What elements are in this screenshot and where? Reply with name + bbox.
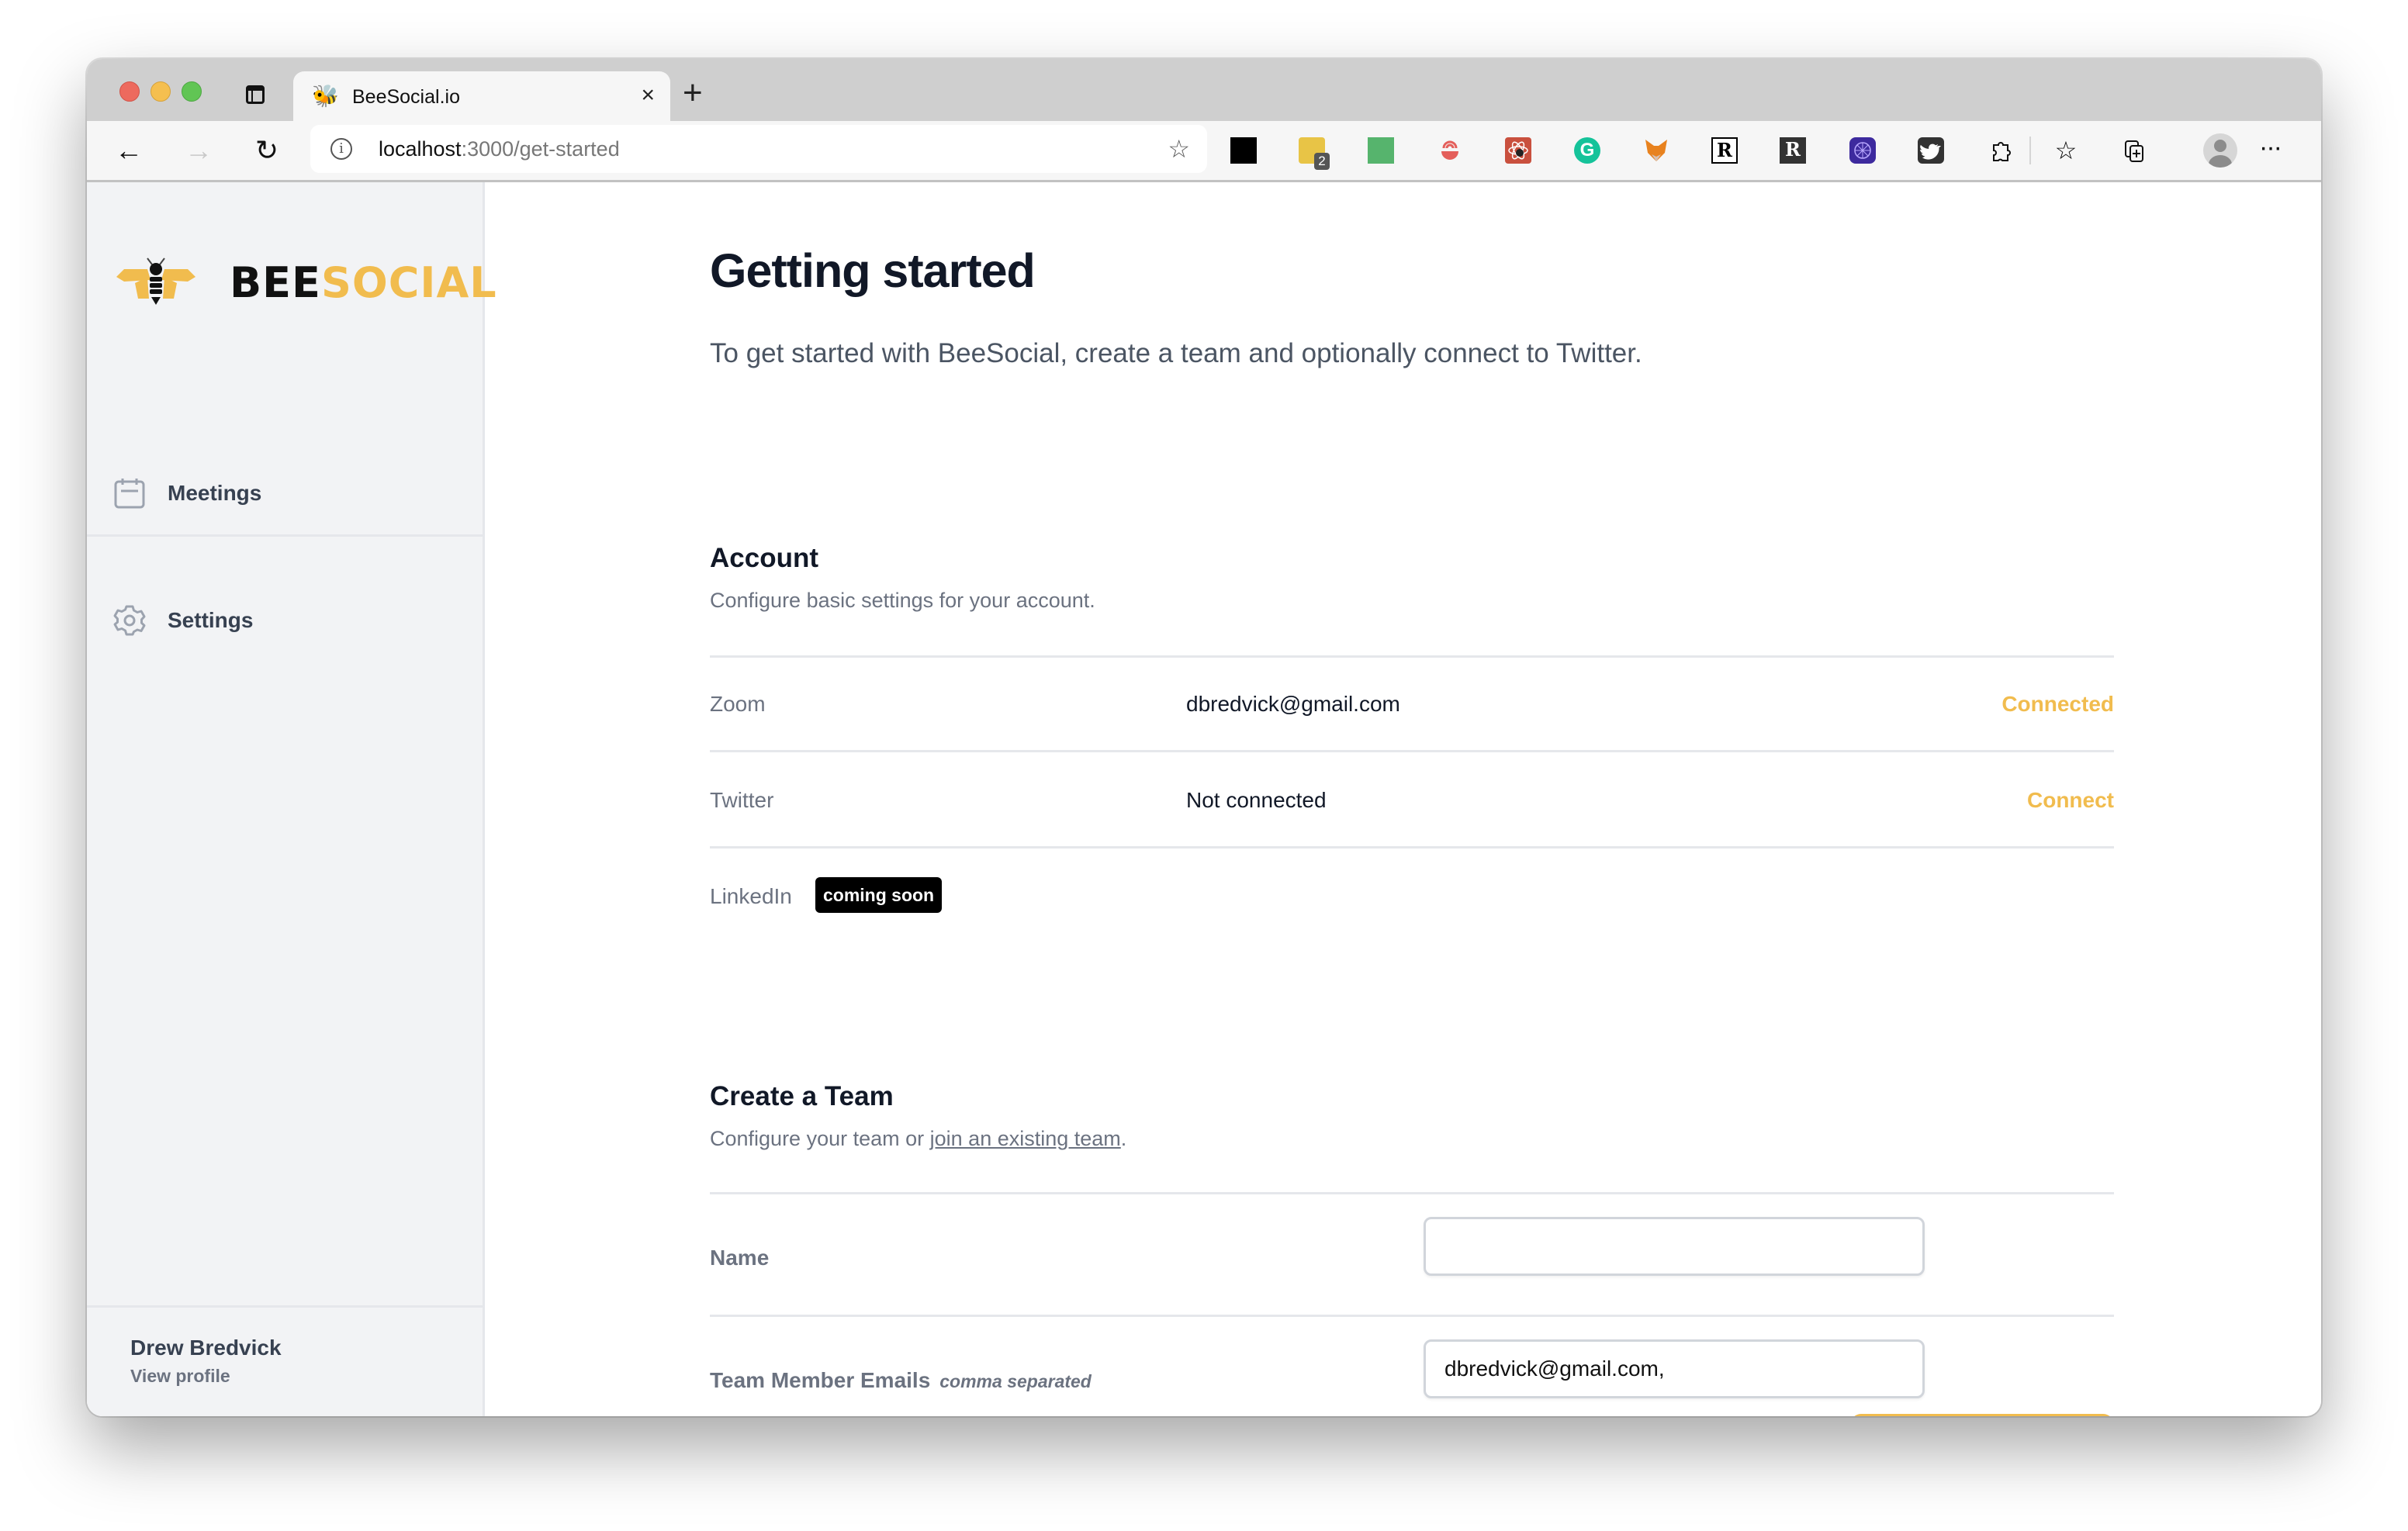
maximize-window-button[interactable]: [182, 81, 202, 102]
start-trial-button[interactable]: Start 14-day free trial: [1850, 1414, 2114, 1416]
view-profile-link[interactable]: View profile: [130, 1365, 230, 1387]
add-favorite-icon[interactable]: ☆: [1168, 136, 1190, 162]
reload-button[interactable]: ↻: [248, 132, 285, 169]
row-value: Not connected: [1186, 788, 1327, 812]
metamask-fox-icon[interactable]: [1643, 137, 1669, 164]
coffee-cup-icon[interactable]: [1437, 137, 1463, 164]
page-subtitle: To get started with BeeSocial, create a …: [710, 338, 1642, 368]
team-name-input[interactable]: [1424, 1217, 1925, 1276]
row-label: LinkedIn: [710, 884, 792, 908]
react-devtools-icon[interactable]: [1505, 137, 1531, 164]
r-outline-icon[interactable]: R: [1711, 137, 1738, 164]
globe-network-icon[interactable]: [1849, 137, 1876, 164]
divider: [710, 846, 2114, 848]
divider: [710, 655, 2114, 658]
collections-icon[interactable]: [2121, 137, 2147, 164]
ext-green-icon[interactable]: [1368, 137, 1394, 164]
sidebar-divider: [87, 534, 483, 537]
logo-text: BEESOCIAL: [230, 261, 497, 305]
bee-favicon-icon: 🐝: [312, 84, 339, 108]
team-emails-input[interactable]: [1424, 1339, 1925, 1398]
user-name: Drew Bredvick: [130, 1336, 282, 1360]
main-content: Getting started To get started with BeeS…: [485, 182, 2321, 1416]
browser-toolbar: ← → ↻ i localhost:3000/get-started ☆ 2 G…: [87, 121, 2321, 182]
back-button[interactable]: ←: [110, 132, 147, 169]
address-bar[interactable]: i localhost:3000/get-started ☆: [310, 125, 1207, 173]
name-label: Name: [710, 1246, 770, 1270]
sidebar: BEESOCIAL Meetings Settings Drew Bredvic…: [87, 182, 496, 1416]
twitter-icon[interactable]: [1918, 137, 1944, 164]
url-path: :3000/get-started: [461, 137, 620, 161]
extensions-puzzle-icon[interactable]: [1988, 137, 2014, 164]
join-existing-team-link[interactable]: join an existing team: [930, 1127, 1121, 1150]
tab-close-icon[interactable]: ×: [641, 82, 655, 109]
page-title: Getting started: [710, 244, 1036, 297]
twitter-connect-button[interactable]: Connect: [2027, 787, 2114, 814]
divider: [710, 1192, 2114, 1194]
row-label: Twitter: [710, 788, 774, 812]
ext-black-icon[interactable]: [1230, 137, 1257, 164]
divider: [710, 750, 2114, 752]
sidebar-item-label: Settings: [168, 608, 254, 632]
divider: [710, 1315, 2114, 1317]
more-menu-icon[interactable]: ···: [2259, 132, 2282, 163]
description-prefix: Configure your team or: [710, 1127, 930, 1150]
description-suffix: .: [1120, 1127, 1127, 1150]
browser-window: 🐝 BeeSocial.io × + ← → ↻ i localhost:300…: [87, 59, 2321, 1416]
new-tab-button[interactable]: +: [683, 71, 703, 115]
app-page: BEESOCIAL Meetings Settings Drew Bredvic…: [87, 182, 2321, 1416]
user-profile[interactable]: Drew Bredvick View profile: [87, 1305, 483, 1416]
logo-text-social: SOCIAL: [320, 258, 497, 307]
team-emails-label: Team Member Emails comma separated: [710, 1367, 1092, 1394]
logo-text-bee: BEE: [230, 258, 321, 307]
sidebar-item-meetings[interactable]: Meetings: [87, 477, 483, 601]
minimize-window-button[interactable]: [150, 81, 171, 102]
forward-button[interactable]: →: [180, 132, 217, 169]
favorites-list-icon[interactable]: ☆: [2053, 137, 2079, 164]
info-icon[interactable]: i: [330, 138, 352, 160]
sidebar-item-label: Meetings: [168, 481, 262, 505]
team-section-title: Create a Team: [710, 1081, 894, 1111]
profile-avatar[interactable]: [2203, 133, 2237, 168]
account-section-description: Configure basic settings for your accoun…: [710, 589, 1095, 612]
comma-separated-hint: comma separated: [939, 1371, 1092, 1391]
tab-beesocial[interactable]: 🐝 BeeSocial.io ×: [293, 71, 670, 121]
gear-icon: [113, 605, 146, 636]
team-emails-label-text: Team Member Emails: [710, 1368, 931, 1392]
url-text[interactable]: localhost:3000/get-started: [379, 137, 620, 161]
r-dark-icon[interactable]: R: [1780, 137, 1806, 164]
account-section-title: Account: [710, 543, 818, 573]
sidebar-toggle-icon[interactable]: [246, 85, 265, 104]
row-value: dbredvick@gmail.com: [1186, 692, 1400, 716]
sidebar-item-settings[interactable]: Settings: [87, 604, 483, 728]
ext-badge-count: 2: [1314, 153, 1330, 170]
team-section-description: Configure your team or join an existing …: [710, 1125, 1126, 1152]
row-label: Zoom: [710, 692, 766, 716]
title-bar: 🐝 BeeSocial.io × +: [87, 59, 2321, 121]
ext-yellow-icon[interactable]: 2: [1299, 137, 1330, 170]
zoom-connected-status[interactable]: Connected: [2001, 691, 2114, 717]
coming-soon-badge: coming soon: [815, 877, 943, 913]
toolbar-separator: [2029, 137, 2031, 164]
tab-title: BeeSocial.io: [352, 86, 460, 108]
bee-logo-icon: [116, 257, 195, 305]
url-host: localhost: [379, 137, 462, 161]
calendar-icon: [114, 479, 145, 509]
grammarly-icon[interactable]: G: [1574, 137, 1600, 164]
close-window-button[interactable]: [119, 81, 140, 102]
